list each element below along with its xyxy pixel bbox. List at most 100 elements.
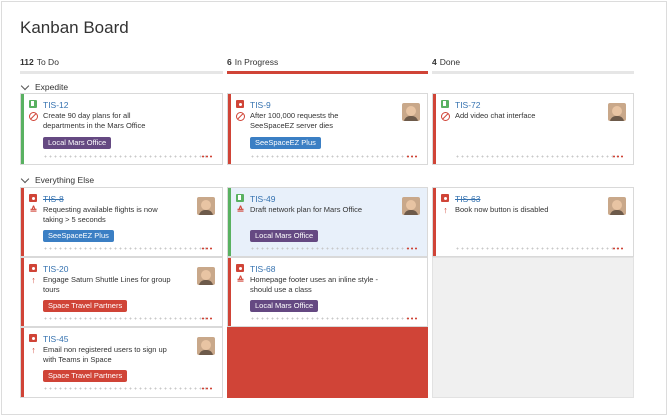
column-cell: ↑ TIS-20 Engage Saturn Shuttle Lines for… <box>20 257 223 327</box>
epic-label[interactable]: Local Mars Office <box>250 300 319 312</box>
issue-key[interactable]: TIS-63 <box>455 194 481 204</box>
assignee-avatar[interactable] <box>608 103 626 121</box>
issue-summary: Homepage footer uses an inline style - s… <box>250 275 378 294</box>
assignee-avatar[interactable] <box>402 197 420 215</box>
issue-summary: After 100,000 requests the SeeSpaceEZ se… <box>250 111 339 130</box>
issue-card[interactable]: TIS-9 After 100,000 requests the SeeSpac… <box>228 94 427 164</box>
issue-key[interactable]: TIS-49 <box>250 194 276 204</box>
days-in-column-dots <box>43 155 213 158</box>
issue-card[interactable]: ≙ TIS-8 Requesting available flights is … <box>21 188 222 256</box>
issue-card[interactable]: ≙ TIS-68 Homepage footer uses an inline … <box>228 258 427 326</box>
issue-card[interactable]: TIS-12 Create 90 day plans for all depar… <box>21 94 222 164</box>
days-in-column-dots <box>250 155 418 158</box>
issue-summary: Create 90 day plans for all departments … <box>43 111 146 130</box>
epic-label[interactable]: Local Mars Office <box>250 230 319 242</box>
card-icons <box>29 100 38 121</box>
issue-card[interactable]: ↑ TIS-45 Email non registered users to s… <box>21 328 222 397</box>
issue-key[interactable]: TIS-8 <box>43 194 64 204</box>
major-priority-icon: ↑ <box>443 205 448 215</box>
bug-icon <box>236 264 244 272</box>
swimlane-name: Expedite <box>35 82 69 92</box>
issue-summary: Draft network plan for Mars Office <box>250 205 362 214</box>
swimlane-name: Everything Else <box>35 175 95 185</box>
blocker-priority-icon <box>441 112 450 121</box>
chevron-down-icon[interactable] <box>20 174 30 183</box>
critical-priority-icon: ≙ <box>236 205 245 215</box>
epic-label[interactable]: SeeSpaceEZ Plus <box>250 137 321 149</box>
column-cell: ≙ TIS-49 Draft network plan for Mars Off… <box>227 187 428 257</box>
swimlane-everything-else-header[interactable]: Everything Else <box>20 174 95 185</box>
epic-label[interactable]: SeeSpaceEZ Plus <box>43 230 114 242</box>
card-icons: ↑ <box>29 264 38 285</box>
issue-summary: Book now button is disabled <box>455 205 549 214</box>
column-cell: TIS-12 Create 90 day plans for all depar… <box>20 93 223 165</box>
assignee-avatar[interactable] <box>197 337 215 355</box>
issue-key[interactable]: TIS-12 <box>43 100 69 110</box>
page-title: Kanban Board <box>20 18 129 37</box>
card-icons <box>236 100 245 121</box>
card-icons: ≙ <box>29 194 38 215</box>
assignee-avatar[interactable] <box>197 267 215 285</box>
epic-label[interactable]: Space Travel Partners <box>43 300 128 312</box>
bug-icon <box>29 194 37 202</box>
column-count: 4 <box>432 57 437 67</box>
bug-icon <box>236 100 244 108</box>
days-in-column-dots <box>43 317 213 320</box>
chevron-down-icon[interactable] <box>20 81 30 90</box>
assignee-avatar[interactable] <box>197 197 215 215</box>
days-in-column-dots <box>455 155 624 158</box>
column-status-bar <box>227 71 428 74</box>
column-header-in-progress[interactable]: 6 In Progress <box>227 57 428 75</box>
column-cell: ↑ TIS-63 Book now button is disabled <box>432 187 634 257</box>
column-name: To Do <box>36 57 59 67</box>
column-status-bar <box>20 71 223 74</box>
column-cell: TIS-9 After 100,000 requests the SeeSpac… <box>227 93 428 165</box>
bug-icon <box>29 264 37 272</box>
bug-icon <box>441 194 449 202</box>
column-header-done[interactable]: 4 Done <box>432 57 634 75</box>
issue-card[interactable]: ↑ TIS-20 Engage Saturn Shuttle Lines for… <box>21 258 222 326</box>
card-icons: ↑ <box>29 334 38 355</box>
column-count: 112 <box>20 57 34 67</box>
card-icons: ↑ <box>441 194 450 215</box>
column-status-bar <box>432 71 634 74</box>
epic-label[interactable]: Space Travel Partners <box>43 370 128 382</box>
column-empty-area <box>432 257 634 398</box>
critical-priority-icon: ≙ <box>29 205 38 215</box>
days-in-column-dots <box>250 247 418 250</box>
epic-label[interactable]: Local Mars Office <box>43 137 112 149</box>
story-icon <box>236 194 244 202</box>
bug-icon <box>29 334 37 342</box>
major-priority-icon: ↑ <box>31 345 36 355</box>
card-icons: ≙ <box>236 264 245 285</box>
column-cell: ↑ TIS-45 Email non registered users to s… <box>20 327 223 398</box>
column-cell: ≙ TIS-8 Requesting available flights is … <box>20 187 223 257</box>
issue-card[interactable]: TIS-72 Add video chat interface <box>433 94 633 164</box>
assignee-avatar[interactable] <box>402 103 420 121</box>
card-icons <box>441 100 450 121</box>
column-cell: TIS-72 Add video chat interface <box>432 93 634 165</box>
assignee-avatar[interactable] <box>608 197 626 215</box>
issue-key[interactable]: TIS-20 <box>43 264 69 274</box>
issue-key[interactable]: TIS-9 <box>250 100 271 110</box>
swimlane-expedite-header[interactable]: Expedite <box>20 81 69 92</box>
issue-key[interactable]: TIS-45 <box>43 334 69 344</box>
days-in-column-dots <box>455 247 624 250</box>
days-in-column-dots <box>250 317 418 320</box>
column-count: 6 <box>227 57 232 67</box>
blocker-priority-icon <box>236 112 245 121</box>
issue-summary: Add video chat interface <box>455 111 536 120</box>
issue-key[interactable]: TIS-68 <box>250 264 276 274</box>
issue-key[interactable]: TIS-72 <box>455 100 481 110</box>
issue-card[interactable]: ≙ TIS-49 Draft network plan for Mars Off… <box>228 188 427 256</box>
issue-card[interactable]: ↑ TIS-63 Book now button is disabled <box>433 188 633 256</box>
story-icon <box>29 100 37 108</box>
column-header-todo[interactable]: 112 To Do <box>20 57 223 75</box>
days-in-column-dots <box>43 387 213 390</box>
wip-limit-exceeded-area <box>227 327 428 398</box>
issue-summary: Requesting available flights is now taki… <box>43 205 158 224</box>
column-name: In Progress <box>234 57 279 67</box>
story-icon <box>441 100 449 108</box>
column-name: Done <box>439 57 461 67</box>
blocker-priority-icon <box>29 112 38 121</box>
